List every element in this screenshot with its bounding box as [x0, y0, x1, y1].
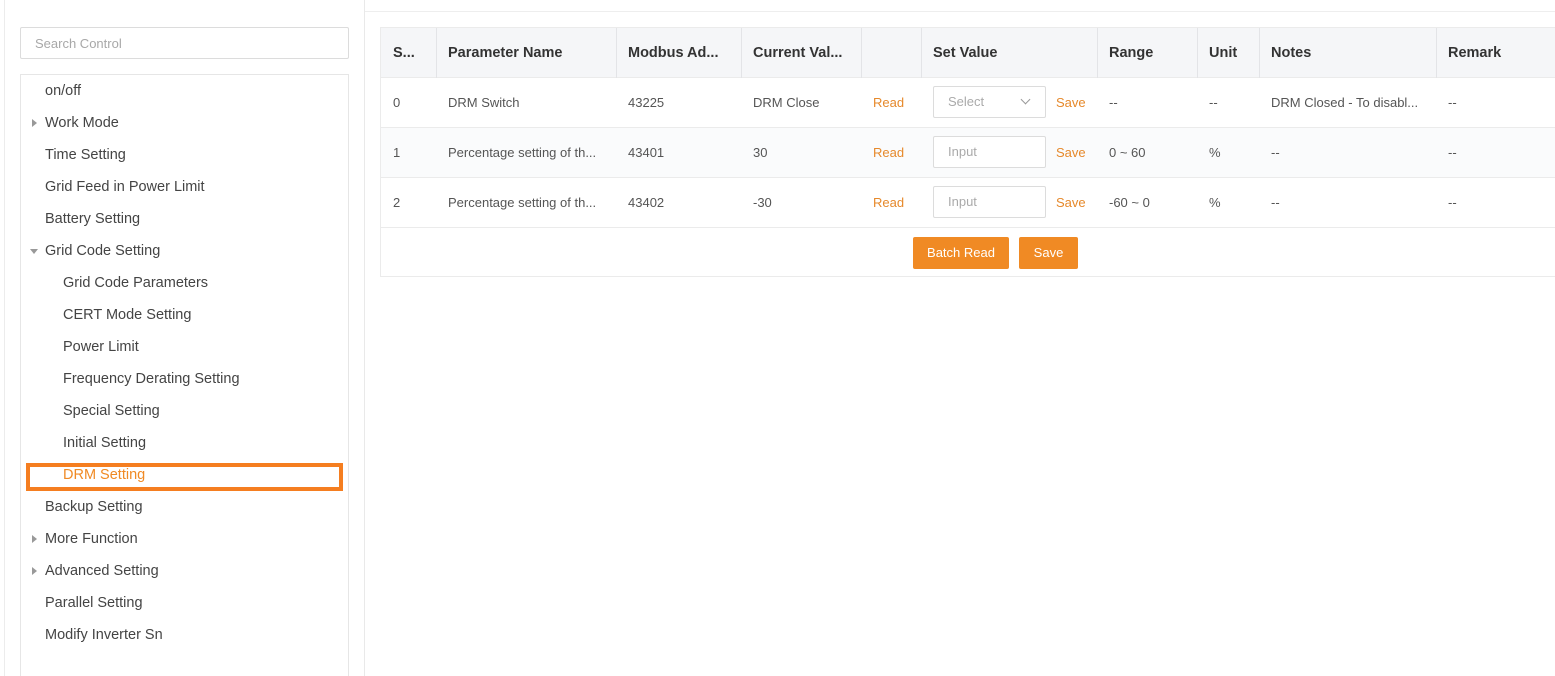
- read-link[interactable]: Read: [861, 128, 921, 177]
- tree-item-cert-mode[interactable]: CERT Mode Setting: [21, 299, 348, 331]
- select-placeholder: Select: [948, 94, 985, 109]
- tree-item-backup-setting[interactable]: Backup Setting: [21, 491, 348, 523]
- tree-item-battery-setting[interactable]: Battery Setting: [21, 203, 348, 235]
- tree-item-grid-code-parameters[interactable]: Grid Code Parameters: [21, 267, 348, 299]
- read-link[interactable]: Read: [861, 178, 921, 227]
- cell-notes: --: [1271, 145, 1280, 160]
- save-link[interactable]: Save: [1044, 178, 1094, 227]
- tree-item-more-function[interactable]: More Function: [21, 523, 348, 555]
- table-row: 0 DRM Switch 43225 DRM Close Read Select…: [381, 78, 1555, 128]
- cell-current-value: -30: [753, 195, 772, 210]
- caret-right-icon[interactable]: [32, 119, 37, 127]
- col-header-unit: Unit: [1209, 45, 1238, 61]
- col-header-set-value: Set Value: [933, 45, 998, 61]
- tree-item-label: Battery Setting: [45, 211, 141, 227]
- tree-item-grid-feed[interactable]: Grid Feed in Power Limit: [21, 171, 348, 203]
- cell-remark: --: [1448, 95, 1457, 110]
- input-placeholder: Input: [948, 144, 977, 159]
- cell-modbus-address: 43401: [628, 145, 665, 160]
- col-header-read: [861, 28, 921, 78]
- tree-item-label: Grid Code Parameters: [63, 275, 209, 291]
- tree-item-on-off[interactable]: on/off: [21, 75, 348, 107]
- cell-modbus-address: 43225: [628, 95, 665, 110]
- tree-item-time-setting[interactable]: Time Setting: [21, 139, 348, 171]
- caret-right-icon[interactable]: [32, 535, 37, 543]
- caret-down-icon[interactable]: [30, 249, 38, 254]
- tree-item-label: Work Mode: [45, 115, 119, 131]
- cell-unit: %: [1209, 195, 1221, 210]
- caret-right-icon[interactable]: [32, 567, 37, 575]
- tree-item-label: Parallel Setting: [45, 595, 143, 611]
- tree-item-label: CERT Mode Setting: [63, 307, 192, 323]
- panel-divider: [364, 0, 365, 676]
- chevron-down-icon: [1020, 94, 1031, 105]
- cell-unit: %: [1209, 145, 1221, 160]
- col-header-remark: Remark: [1448, 45, 1502, 61]
- tree-item-advanced-setting[interactable]: Advanced Setting: [21, 555, 348, 587]
- search-input[interactable]: [20, 27, 349, 59]
- tree-item-label: More Function: [45, 531, 138, 547]
- tree-item-label: Backup Setting: [45, 499, 143, 515]
- tree-item-modify-inverter-sn[interactable]: Modify Inverter Sn: [21, 619, 348, 651]
- col-header-current-value: Current Val...: [753, 45, 843, 61]
- control-tree: on/off Work Mode Time Setting Grid Feed …: [20, 74, 349, 676]
- table-row: 1 Percentage setting of th... 43401 30 R…: [381, 128, 1555, 178]
- cell-sn: 1: [393, 145, 401, 160]
- frame-edge: [4, 0, 5, 676]
- cell-sn: 0: [393, 95, 401, 110]
- set-value-input[interactable]: Input: [933, 136, 1046, 168]
- cell-remark: --: [1448, 195, 1457, 210]
- save-link[interactable]: Save: [1044, 128, 1094, 177]
- tree-item-label: Modify Inverter Sn: [45, 627, 163, 643]
- tree-item-special-setting[interactable]: Special Setting: [21, 395, 348, 427]
- cell-parameter-name: Percentage setting of th...: [448, 145, 597, 160]
- cell-current-value: 30: [753, 145, 768, 160]
- tree-item-initial-setting[interactable]: Initial Setting: [21, 427, 348, 459]
- tree-item-label: Frequency Derating Setting: [63, 371, 240, 387]
- cell-range: -60 ~ 0: [1109, 195, 1150, 210]
- col-header-notes: Notes: [1271, 45, 1312, 61]
- col-header-modbus-address: Modbus Ad...: [628, 45, 719, 61]
- cell-sn: 2: [393, 195, 401, 210]
- read-link[interactable]: Read: [861, 78, 921, 127]
- cell-notes: --: [1271, 195, 1280, 210]
- cell-parameter-name: DRM Switch: [448, 95, 520, 110]
- tree-item-label: on/off: [45, 83, 82, 99]
- batch-read-button[interactable]: Batch Read: [913, 237, 1009, 269]
- cell-range: --: [1109, 95, 1118, 110]
- table-row: 2 Percentage setting of th... 43402 -30 …: [381, 178, 1555, 228]
- tree-item-frequency-derating[interactable]: Frequency Derating Setting: [21, 363, 348, 395]
- col-header-parameter-name: Parameter Name: [448, 45, 563, 61]
- table-header: S... Parameter Name Modbus Ad... Current…: [381, 28, 1555, 78]
- parameter-table: S... Parameter Name Modbus Ad... Current…: [380, 27, 1555, 277]
- tree-item-grid-code-setting[interactable]: Grid Code Setting: [21, 235, 348, 267]
- top-border: [365, 11, 1555, 12]
- cell-range: 0 ~ 60: [1109, 145, 1146, 160]
- cell-unit: --: [1209, 95, 1218, 110]
- save-button[interactable]: Save: [1019, 237, 1078, 269]
- tree-item-label: Initial Setting: [63, 435, 147, 451]
- tree-item-label: Time Setting: [45, 147, 126, 163]
- set-value-input[interactable]: Input: [933, 186, 1046, 218]
- col-header-sn: S...: [393, 45, 415, 61]
- set-value-select[interactable]: Select: [933, 86, 1046, 118]
- tree-item-work-mode[interactable]: Work Mode: [21, 107, 348, 139]
- selection-highlight: [26, 463, 343, 491]
- cell-current-value: DRM Close: [753, 95, 820, 110]
- tree-item-parallel-setting[interactable]: Parallel Setting: [21, 587, 348, 619]
- save-link[interactable]: Save: [1044, 78, 1094, 127]
- tree-item-label: Power Limit: [63, 339, 139, 355]
- tree-item-label: Special Setting: [63, 403, 160, 419]
- tree-item-label: Grid Feed in Power Limit: [45, 179, 205, 195]
- cell-modbus-address: 43402: [628, 195, 665, 210]
- tree-item-label: Advanced Setting: [45, 563, 159, 579]
- tree-item-power-limit[interactable]: Power Limit: [21, 331, 348, 363]
- cell-notes: DRM Closed - To disabl...: [1271, 95, 1419, 110]
- input-placeholder: Input: [948, 194, 977, 209]
- tree-item-label: Grid Code Setting: [45, 243, 161, 259]
- cell-remark: --: [1448, 145, 1457, 160]
- cell-parameter-name: Percentage setting of th...: [448, 195, 597, 210]
- col-header-range: Range: [1109, 45, 1154, 61]
